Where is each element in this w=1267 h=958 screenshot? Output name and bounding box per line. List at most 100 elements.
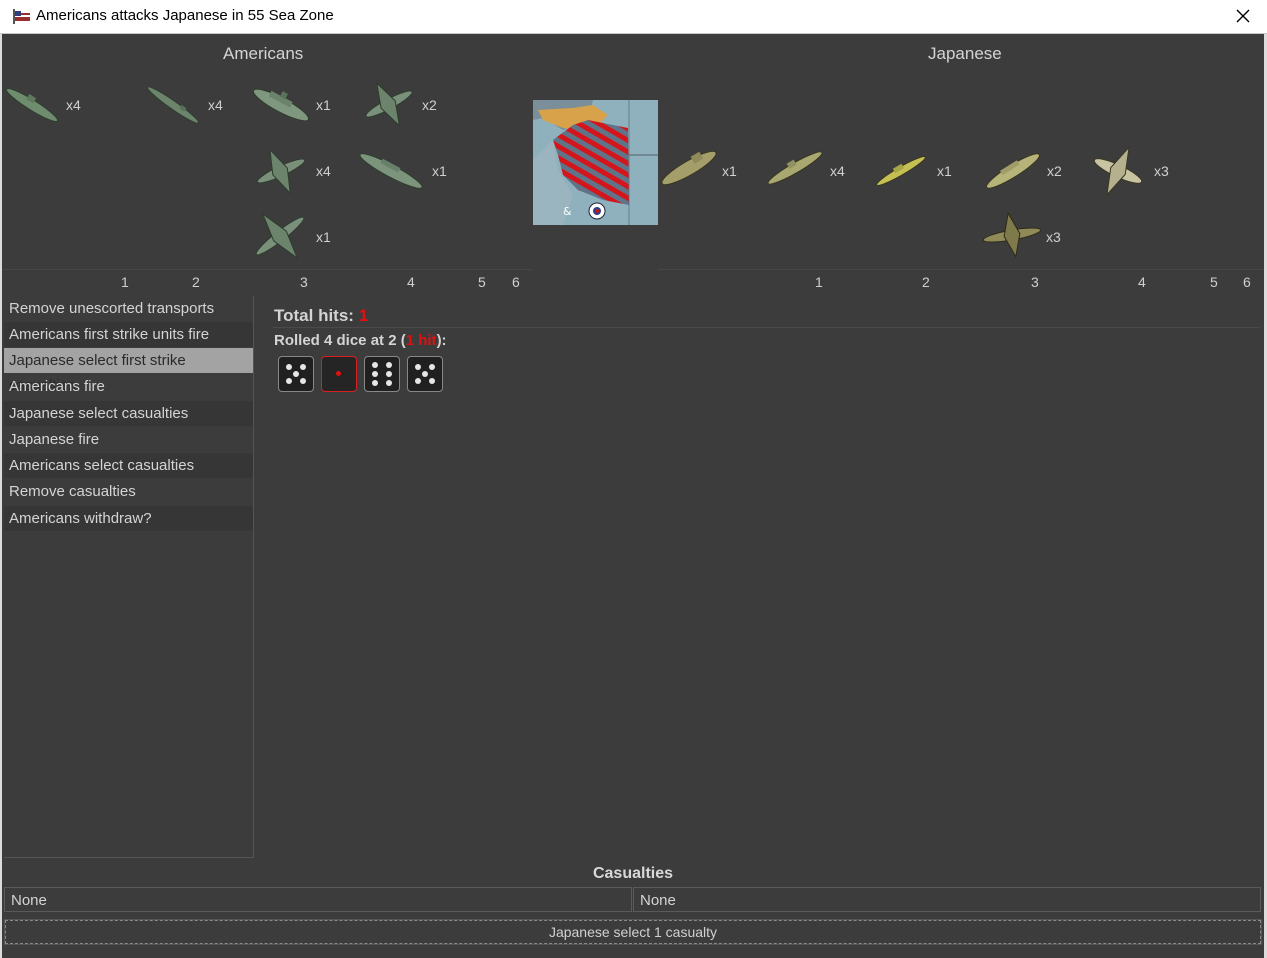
die-pip (371, 362, 378, 369)
ruler-label: 5 (1210, 274, 1218, 290)
battle-step[interactable]: Americans withdraw? (4, 506, 253, 531)
unit-count: x1 (722, 163, 737, 179)
die (364, 356, 400, 392)
die-pip (386, 371, 393, 377)
select-casualty-button[interactable]: Japanese select 1 casualty (4, 919, 1262, 945)
unit-count: x1 (432, 163, 447, 179)
die-pip (300, 363, 307, 370)
unit-count: x2 (422, 97, 437, 113)
fighter-icon (256, 148, 306, 195)
defender-unit-transport[interactable]: x1 (658, 140, 744, 196)
submarine-icon (767, 151, 823, 185)
die-pip (336, 371, 341, 376)
ruler-label: 1 (815, 274, 823, 290)
svg-text:&: & (563, 205, 572, 218)
roll-hits: 1 hit (405, 332, 437, 349)
die-pip (414, 363, 421, 370)
battle-step[interactable]: Americans first strike units fire (4, 322, 253, 347)
attacker-unit-cruiser[interactable]: x1 (356, 144, 450, 198)
defender-unit-destroyer[interactable]: x1 (873, 146, 959, 196)
ruler-label: 6 (512, 274, 520, 290)
battle-step[interactable]: Remove casualties (4, 479, 253, 504)
battle-step[interactable]: Americans fire (4, 374, 253, 399)
die (407, 356, 443, 392)
defender-dice-ruler: 1 2 3 4 5 6 (658, 269, 1264, 292)
die-pip (386, 362, 393, 369)
defender-unit-submarine[interactable]: x4 (764, 140, 854, 196)
casualties-panel: Casualties None None Japanese select 1 c… (2, 858, 1264, 958)
total-hits-label: Total hits: (274, 306, 354, 325)
unit-count: x1 (316, 97, 331, 113)
close-icon (1236, 9, 1250, 23)
window-title: Americans attacks Japanese in 55 Sea Zon… (36, 7, 334, 24)
ruler-label: 6 (1243, 274, 1251, 290)
die-pip (371, 379, 378, 386)
divider (273, 327, 1260, 328)
die-pip (422, 371, 428, 377)
unit-count: x2 (1047, 163, 1062, 179)
attacker-unit-bomber[interactable]: x1 (248, 206, 334, 266)
close-button[interactable] (1226, 0, 1260, 32)
cruiser-icon (359, 153, 423, 189)
window-frame-left (0, 34, 2, 958)
die-pip (285, 363, 292, 370)
unit-count: x1 (937, 163, 952, 179)
unit-count: x4 (316, 163, 331, 179)
battle-step[interactable]: Remove unescorted transports (4, 296, 253, 321)
submarine-icon (5, 88, 59, 122)
total-hits-value: 1 (358, 306, 369, 325)
attacker-title: Americans (223, 44, 304, 63)
die-hit (321, 356, 357, 392)
total-hits: Total hits: 1 (274, 306, 368, 326)
die-pip (429, 363, 436, 370)
ruler-label: 2 (922, 274, 930, 290)
unit-count: x3 (1154, 163, 1169, 179)
battleship-icon (252, 88, 310, 122)
app-icon (13, 9, 30, 24)
battle-step[interactable]: Japanese fire (4, 427, 253, 452)
unit-count: x3 (1046, 229, 1061, 245)
die-pip (371, 371, 378, 377)
attacker-casualties: None (4, 887, 632, 912)
ruler-label: 3 (300, 274, 308, 290)
attacker-dice-ruler: 1 2 3 4 5 6 (2, 269, 532, 292)
die-pip (300, 378, 307, 385)
defender-unit-fighter[interactable]: x3 (1090, 142, 1176, 200)
unit-count: x4 (66, 97, 81, 113)
battle-step[interactable]: Japanese select casualties (4, 401, 253, 426)
attacker-unit-battleship[interactable]: x1 (250, 78, 336, 132)
ruler-label: 3 (1031, 274, 1039, 290)
territory-map-thumbnail: & (533, 100, 658, 225)
ruler-label: 5 (478, 274, 486, 290)
battle-step[interactable]: Americans select casualties (4, 453, 253, 478)
die-pip (429, 378, 436, 385)
die-pip (386, 379, 393, 386)
die-pip (414, 378, 421, 385)
attacker-unit-transport[interactable]: x4 (142, 78, 232, 132)
attacker-unit-fighter[interactable]: x2 (358, 76, 444, 132)
ruler-label: 4 (407, 274, 415, 290)
ruler-label: 1 (121, 274, 129, 290)
defender-unit-bomber[interactable]: x3 (982, 211, 1068, 259)
destroyer-icon (876, 156, 926, 186)
cruiser-icon (986, 153, 1040, 189)
bomber-icon (255, 212, 305, 260)
unit-count: x4 (830, 163, 845, 179)
die-pip (285, 378, 292, 385)
fighter-icon (365, 81, 413, 128)
transport-icon (661, 150, 717, 186)
unit-count: x1 (316, 229, 331, 245)
battle-steps-list: Remove unescorted transports Americans f… (4, 296, 254, 858)
attacker-unit-fighter[interactable]: x4 (250, 144, 336, 198)
attacker-unit-submarine[interactable]: x4 (2, 78, 92, 132)
die-pip (293, 371, 299, 377)
battle-step-selected[interactable]: Japanese select first strike casualties (4, 348, 253, 394)
transport-icon (147, 86, 199, 124)
defender-title: Japanese (928, 44, 1002, 63)
bomber-icon (982, 211, 1042, 259)
defender-casualties: None (633, 887, 1261, 912)
defender-unit-cruiser[interactable]: x2 (982, 144, 1068, 198)
casualties-title: Casualties (592, 865, 674, 882)
roll-prefix: Rolled 4 dice at 2 ( (274, 332, 406, 349)
ruler-label: 2 (192, 274, 200, 290)
